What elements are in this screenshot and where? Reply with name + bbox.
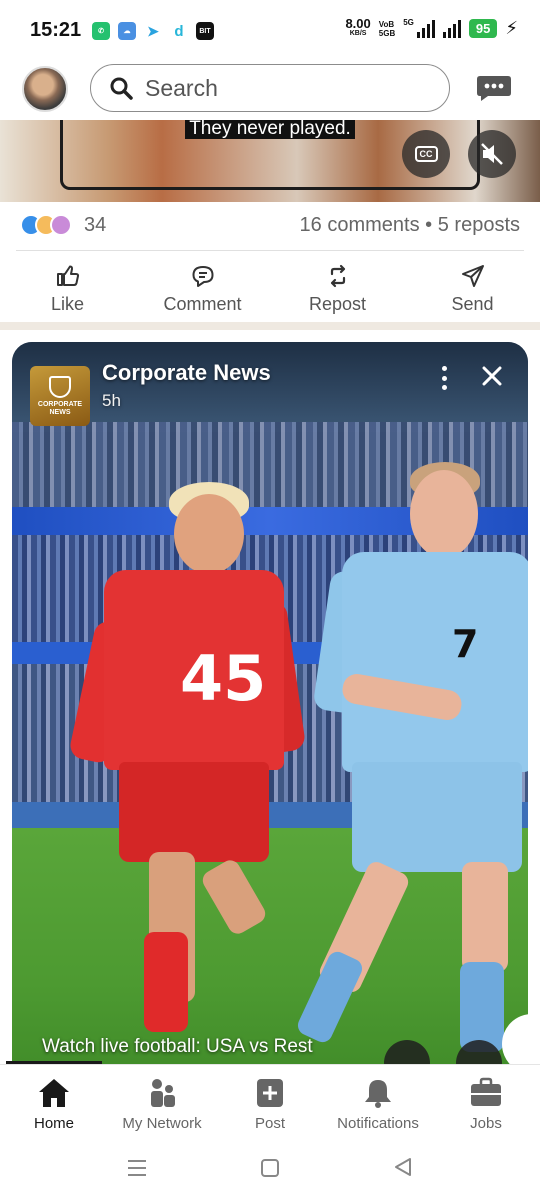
charging-icon: ⚡︎ — [505, 18, 518, 38]
bell-icon — [365, 1080, 391, 1108]
like-button[interactable]: Like — [0, 256, 135, 322]
repost-label: Repost — [308, 294, 367, 314]
post-actions: Like Comment Repost Send — [0, 256, 540, 322]
nav-jobs[interactable]: Jobs — [432, 1065, 540, 1140]
comment-icon — [192, 266, 213, 287]
network-type: 5G — [403, 18, 414, 27]
network-icon — [151, 1079, 175, 1107]
video-caption: Watch live football: USA vs Rest — [42, 1036, 313, 1057]
whatsapp-icon: ✆ — [92, 22, 110, 40]
shield-logo-icon — [49, 375, 71, 398]
search-icon — [110, 77, 133, 100]
status-indicators: 8.00 KB/S VoB 5GB 5G 95 ⚡︎ — [345, 15, 518, 39]
telegram-icon: ➤ — [144, 22, 162, 40]
video-player-blue: 7 — [294, 462, 528, 1062]
comments-count[interactable]: 16 comments — [300, 214, 420, 236]
battery-indicator: 95 — [468, 19, 498, 38]
nav-post-label: Post — [254, 1115, 285, 1132]
comments-reposts[interactable]: 16 comments • 5 reposts — [300, 214, 520, 237]
channel-logo[interactable]: CORPORATE NEWS — [30, 366, 90, 426]
floating-video-player[interactable]: 45 7 CORPORATE NEWS Corporate News 5h Wa… — [12, 342, 528, 1082]
status-time: 15:21 — [30, 19, 82, 41]
speaker-muted-icon — [481, 143, 503, 165]
home-square-icon[interactable] — [260, 1158, 280, 1178]
player-number-45: 45 — [180, 642, 267, 715]
reaction-icons[interactable] — [20, 214, 72, 236]
logo-line-2: NEWS — [49, 408, 71, 416]
previous-video-caption-text: They never played. — [185, 120, 355, 139]
profile-avatar[interactable] — [22, 66, 68, 112]
more-options-icon[interactable] — [436, 364, 452, 392]
nav-notifications-label: Notifications — [337, 1115, 419, 1132]
like-icon — [56, 265, 79, 286]
network-speed: 8.00 KB/S — [345, 15, 371, 39]
logo-line-1: CORPORATE — [37, 400, 83, 408]
previous-post-video[interactable]: They never played. CC — [0, 120, 540, 202]
channel-logo-text: CORPORATE NEWS — [38, 401, 82, 417]
network-speed-value: 8.00 — [345, 15, 371, 31]
nav-home[interactable]: Home — [0, 1065, 108, 1140]
d-app-icon: d — [170, 22, 188, 40]
recent-apps-icon[interactable] — [126, 1158, 148, 1178]
social-counts-row: 34 16 comments • 5 reposts — [0, 202, 540, 250]
volte-2: 5G — [378, 28, 390, 38]
send-button[interactable]: Send — [405, 256, 540, 322]
nav-my-network[interactable]: My Network — [108, 1065, 216, 1140]
reaction-count[interactable]: 34 — [84, 214, 106, 237]
mute-button[interactable] — [468, 130, 516, 178]
captions-button[interactable]: CC — [402, 130, 450, 178]
search-placeholder: Search — [145, 74, 218, 101]
weather-icon: ☁ — [118, 22, 136, 40]
signal-strength-icon-2 — [442, 19, 461, 38]
divider — [16, 250, 524, 251]
system-navigation-bar — [0, 1140, 540, 1200]
bit-app-icon: BIT — [196, 22, 214, 40]
feed-separator — [0, 322, 540, 330]
captions-icon: CC — [414, 146, 438, 162]
close-icon[interactable] — [476, 360, 508, 392]
status-bar: 15:21 ✆ ☁ ➤ d BIT 8.00 KB/S VoB 5GB 5G 9… — [0, 0, 540, 62]
post-icon — [257, 1079, 283, 1107]
signal-strength-icon — [416, 19, 435, 38]
channel-name[interactable]: Corporate News — [102, 360, 271, 386]
nav-my-network-label: My Network — [122, 1115, 202, 1132]
comment-label: Comment — [163, 294, 242, 314]
volte-indicator: VoB 5GB — [379, 20, 395, 38]
volte-4: B — [389, 28, 396, 38]
repost-icon — [330, 264, 345, 288]
nav-jobs-label: Jobs — [470, 1115, 502, 1132]
volte-3: B — [388, 19, 395, 29]
bottom-navigation: Home My Network Post Notifications Jobs — [0, 1064, 540, 1140]
app-header: Search — [0, 62, 540, 120]
back-icon[interactable] — [392, 1156, 414, 1178]
reposts-count[interactable]: 5 reposts — [438, 214, 520, 236]
comment-button[interactable]: Comment — [135, 256, 270, 322]
status-app-icons: ✆ ☁ ➤ d BIT — [92, 22, 214, 40]
send-label: Send — [451, 294, 494, 314]
briefcase-icon — [471, 1077, 501, 1106]
volte-1: Vo — [378, 19, 389, 29]
home-icon — [39, 1079, 69, 1107]
send-icon — [461, 265, 484, 287]
video-player-red: 45 — [67, 482, 307, 1042]
nav-post[interactable]: Post — [216, 1065, 324, 1140]
repost-button[interactable]: Repost — [270, 256, 405, 322]
post-time: 5h — [102, 391, 121, 410]
video-frame: 45 7 — [12, 342, 528, 1082]
search-bar[interactable]: Search — [90, 64, 450, 112]
nav-home-label: Home — [33, 1115, 74, 1132]
previous-video-caption: They never played. — [0, 120, 540, 140]
love-reaction-icon — [50, 214, 72, 236]
like-label: Like — [50, 294, 85, 314]
messaging-icon[interactable] — [476, 74, 512, 102]
player-number-7: 7 — [452, 622, 479, 666]
count-separator: • — [425, 214, 433, 236]
nav-notifications[interactable]: Notifications — [324, 1065, 432, 1140]
